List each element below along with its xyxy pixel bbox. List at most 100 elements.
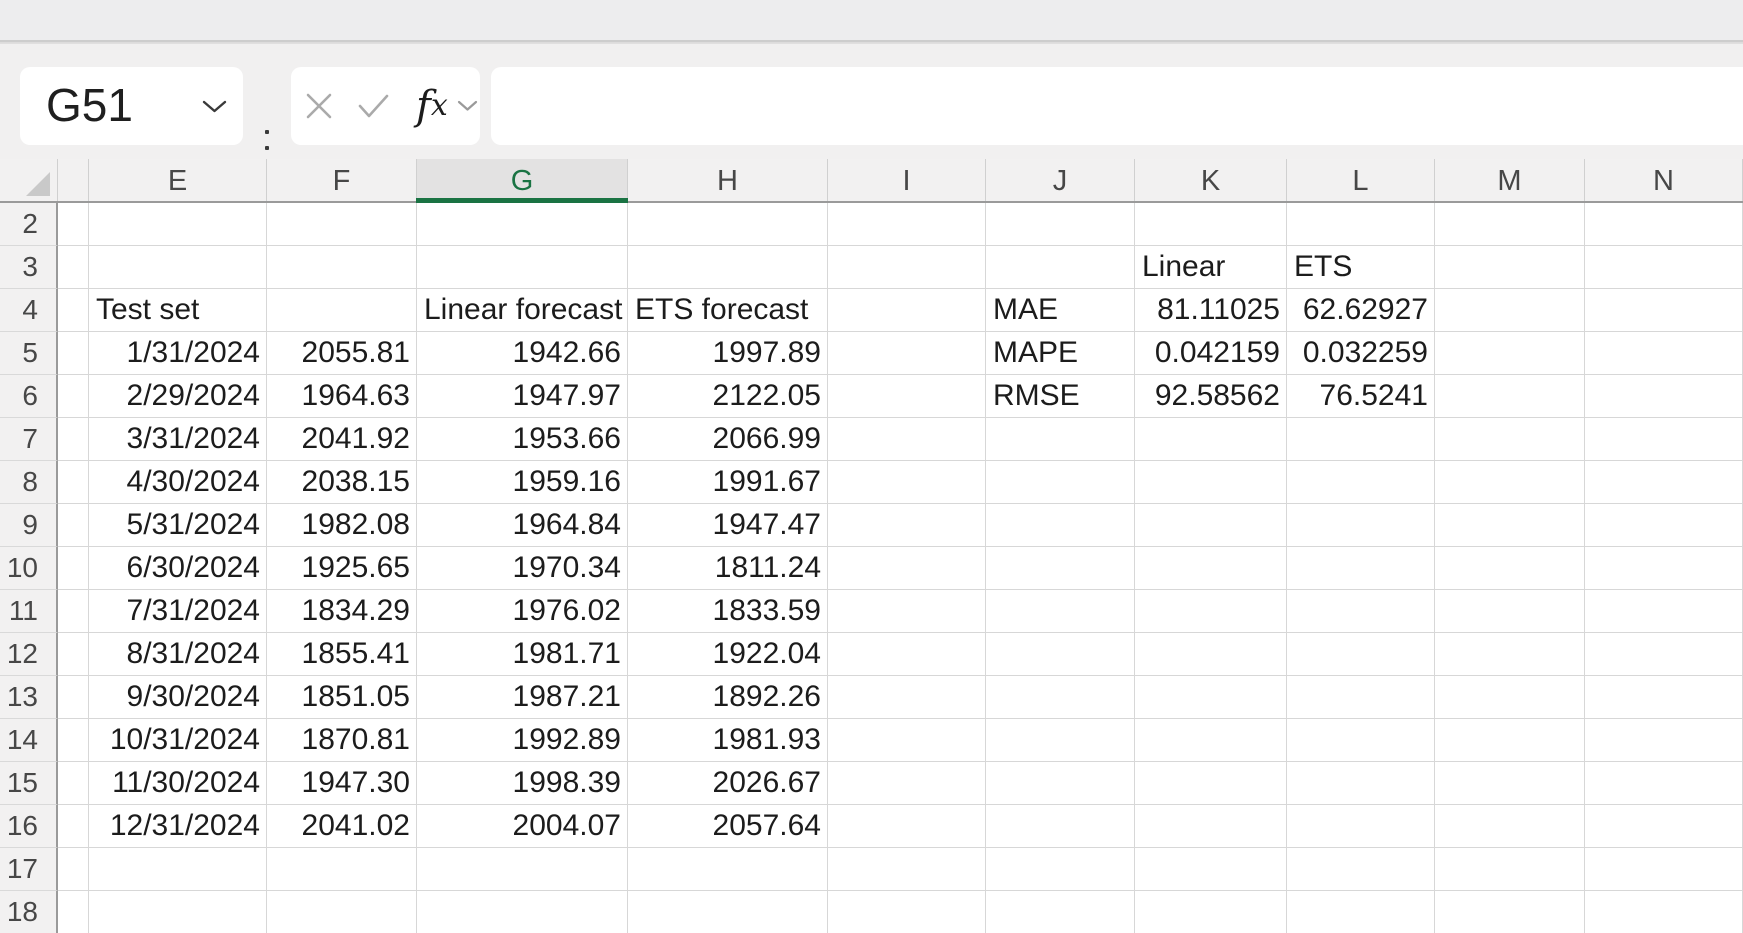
column-header-L[interactable]: L bbox=[1287, 159, 1435, 201]
cell-M18[interactable] bbox=[1435, 891, 1585, 933]
cell-partial-11[interactable] bbox=[58, 590, 89, 633]
cell-N7[interactable] bbox=[1585, 418, 1743, 461]
select-all-corner[interactable] bbox=[0, 159, 58, 201]
cell-H11[interactable]: 1833.59 bbox=[628, 590, 828, 633]
cell-M13[interactable] bbox=[1435, 676, 1585, 719]
cell-H12[interactable]: 1922.04 bbox=[628, 633, 828, 676]
cell-L11[interactable] bbox=[1287, 590, 1435, 633]
cell-E11[interactable]: 7/31/2024 bbox=[89, 590, 267, 633]
cell-F17[interactable] bbox=[267, 848, 417, 891]
cell-F13[interactable]: 1851.05 bbox=[267, 676, 417, 719]
cell-H13[interactable]: 1892.26 bbox=[628, 676, 828, 719]
cell-L18[interactable] bbox=[1287, 891, 1435, 933]
cell-G9[interactable]: 1964.84 bbox=[417, 504, 628, 547]
enter-button[interactable] bbox=[357, 93, 390, 119]
cell-N9[interactable] bbox=[1585, 504, 1743, 547]
cell-L14[interactable] bbox=[1287, 719, 1435, 762]
cell-F14[interactable]: 1870.81 bbox=[267, 719, 417, 762]
cell-H18[interactable] bbox=[628, 891, 828, 933]
cell-J18[interactable] bbox=[986, 891, 1135, 933]
cell-G4[interactable]: Linear forecast bbox=[417, 289, 628, 332]
cell-E17[interactable] bbox=[89, 848, 267, 891]
cell-H14[interactable]: 1981.93 bbox=[628, 719, 828, 762]
cell-N14[interactable] bbox=[1585, 719, 1743, 762]
cell-I5[interactable] bbox=[828, 332, 986, 375]
cell-L15[interactable] bbox=[1287, 762, 1435, 805]
row-header-11[interactable]: 11 bbox=[0, 590, 58, 633]
cell-J9[interactable] bbox=[986, 504, 1135, 547]
cell-E16[interactable]: 12/31/2024 bbox=[89, 805, 267, 848]
row-header-16[interactable]: 16 bbox=[0, 805, 58, 848]
insert-function-button[interactable]: fx bbox=[416, 86, 448, 126]
cell-N4[interactable] bbox=[1585, 289, 1743, 332]
cell-K3[interactable]: Linear bbox=[1135, 246, 1287, 289]
cell-I18[interactable] bbox=[828, 891, 986, 933]
cell-K12[interactable] bbox=[1135, 633, 1287, 676]
cell-K6[interactable]: 92.58562 bbox=[1135, 375, 1287, 418]
cell-partial-6[interactable] bbox=[58, 375, 89, 418]
cell-K2[interactable] bbox=[1135, 203, 1287, 246]
cell-J6[interactable]: RMSE bbox=[986, 375, 1135, 418]
cell-M14[interactable] bbox=[1435, 719, 1585, 762]
cell-K5[interactable]: 0.042159 bbox=[1135, 332, 1287, 375]
cell-G5[interactable]: 1942.66 bbox=[417, 332, 628, 375]
cell-H17[interactable] bbox=[628, 848, 828, 891]
row-header-3[interactable]: 3 bbox=[0, 246, 58, 289]
cell-I11[interactable] bbox=[828, 590, 986, 633]
cell-J5[interactable]: MAPE bbox=[986, 332, 1135, 375]
cell-I15[interactable] bbox=[828, 762, 986, 805]
cell-M8[interactable] bbox=[1435, 461, 1585, 504]
column-header-M[interactable]: M bbox=[1435, 159, 1585, 201]
cell-J2[interactable] bbox=[986, 203, 1135, 246]
cell-F18[interactable] bbox=[267, 891, 417, 933]
cell-K9[interactable] bbox=[1135, 504, 1287, 547]
cell-I17[interactable] bbox=[828, 848, 986, 891]
column-header-F[interactable]: F bbox=[267, 159, 417, 201]
cancel-button[interactable] bbox=[304, 91, 334, 121]
cell-N16[interactable] bbox=[1585, 805, 1743, 848]
cell-K18[interactable] bbox=[1135, 891, 1287, 933]
formula-chevron-down-icon[interactable] bbox=[457, 100, 478, 112]
cell-partial-17[interactable] bbox=[58, 848, 89, 891]
cell-H9[interactable]: 1947.47 bbox=[628, 504, 828, 547]
cell-I13[interactable] bbox=[828, 676, 986, 719]
name-box[interactable]: G51 bbox=[20, 67, 243, 145]
cell-N17[interactable] bbox=[1585, 848, 1743, 891]
cell-I14[interactable] bbox=[828, 719, 986, 762]
column-header-partial[interactable] bbox=[58, 159, 89, 201]
cell-N10[interactable] bbox=[1585, 547, 1743, 590]
cell-partial-16[interactable] bbox=[58, 805, 89, 848]
row-header-10[interactable]: 10 bbox=[0, 547, 58, 590]
cell-E15[interactable]: 11/30/2024 bbox=[89, 762, 267, 805]
cell-E4[interactable]: Test set bbox=[89, 289, 267, 332]
cell-N12[interactable] bbox=[1585, 633, 1743, 676]
cell-H15[interactable]: 2026.67 bbox=[628, 762, 828, 805]
cell-I4[interactable] bbox=[828, 289, 986, 332]
cell-I12[interactable] bbox=[828, 633, 986, 676]
cell-N3[interactable] bbox=[1585, 246, 1743, 289]
cell-G12[interactable]: 1981.71 bbox=[417, 633, 628, 676]
cell-I9[interactable] bbox=[828, 504, 986, 547]
column-header-K[interactable]: K bbox=[1135, 159, 1287, 201]
cell-L2[interactable] bbox=[1287, 203, 1435, 246]
cell-L17[interactable] bbox=[1287, 848, 1435, 891]
cell-J14[interactable] bbox=[986, 719, 1135, 762]
row-header-5[interactable]: 5 bbox=[0, 332, 58, 375]
cell-N18[interactable] bbox=[1585, 891, 1743, 933]
cell-M11[interactable] bbox=[1435, 590, 1585, 633]
cell-partial-13[interactable] bbox=[58, 676, 89, 719]
cell-G10[interactable]: 1970.34 bbox=[417, 547, 628, 590]
cell-I8[interactable] bbox=[828, 461, 986, 504]
cell-H4[interactable]: ETS forecast bbox=[628, 289, 828, 332]
cell-J11[interactable] bbox=[986, 590, 1135, 633]
cell-H10[interactable]: 1811.24 bbox=[628, 547, 828, 590]
row-header-14[interactable]: 14 bbox=[0, 719, 58, 762]
cell-K14[interactable] bbox=[1135, 719, 1287, 762]
cell-F5[interactable]: 2055.81 bbox=[267, 332, 417, 375]
row-header-8[interactable]: 8 bbox=[0, 461, 58, 504]
cell-M6[interactable] bbox=[1435, 375, 1585, 418]
cell-G17[interactable] bbox=[417, 848, 628, 891]
cell-N8[interactable] bbox=[1585, 461, 1743, 504]
cell-N6[interactable] bbox=[1585, 375, 1743, 418]
cell-E9[interactable]: 5/31/2024 bbox=[89, 504, 267, 547]
